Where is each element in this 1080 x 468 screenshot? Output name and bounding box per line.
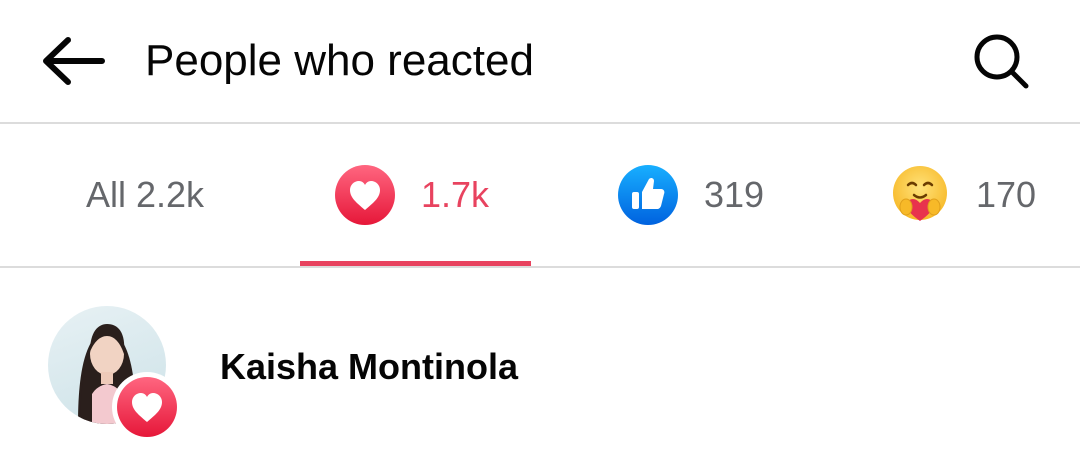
back-button[interactable] (38, 32, 108, 90)
page-title: People who reacted (145, 36, 534, 85)
tab-all-label: All 2.2k (86, 174, 205, 215)
care-reaction-icon (893, 166, 947, 221)
tab-care-label: 170 (976, 174, 1037, 215)
tabs-divider (0, 266, 1080, 268)
tab-love-label: 1.7k (421, 174, 490, 215)
back-arrow-icon (43, 37, 105, 85)
tab-love[interactable]: 1.7k (335, 124, 489, 266)
love-reaction-icon (335, 165, 395, 225)
tab-all[interactable]: All 2.2k (86, 124, 204, 266)
tab-care[interactable]: 170 (890, 124, 1036, 266)
search-icon (974, 34, 1029, 89)
reaction-tabs: All 2.2k 1.7k 319 170 (0, 124, 1080, 266)
search-button[interactable] (970, 32, 1032, 90)
person-name: Kaisha Montinola (220, 346, 519, 387)
tab-like[interactable]: 319 (618, 124, 764, 266)
tab-like-label: 319 (704, 174, 765, 215)
top-bar: People who reacted (0, 0, 1080, 123)
like-reaction-icon (618, 165, 678, 225)
love-reaction-icon (112, 372, 182, 442)
list-item[interactable]: Kaisha Montinola (0, 290, 1080, 442)
